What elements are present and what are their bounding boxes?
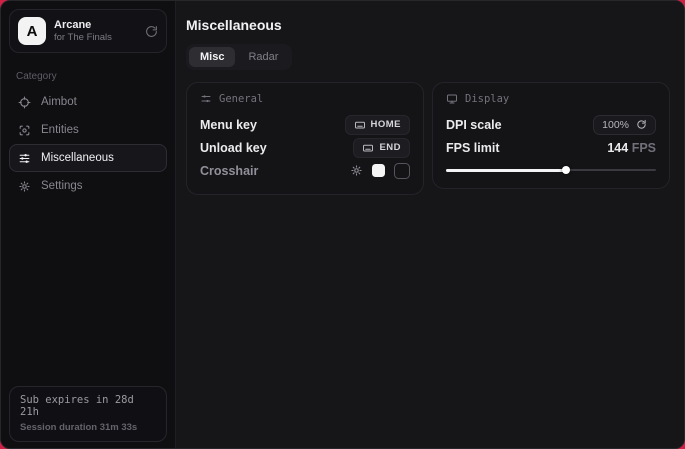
sidebar: A Arcane for The Finals Category [1, 1, 176, 448]
slider-thumb[interactable] [562, 166, 570, 174]
fps-limit-label: FPS limit [446, 141, 499, 155]
sidebar-item-label: Miscellaneous [41, 152, 114, 164]
slider-fill [446, 169, 566, 172]
avatar: A [18, 17, 46, 45]
dpi-scale-label: DPI scale [446, 118, 502, 132]
monitor-icon [446, 93, 458, 105]
crosshair-checkbox[interactable] [394, 163, 410, 179]
brand-text: Arcane for The Finals [54, 20, 112, 43]
unload-key-row: Unload key END [200, 136, 410, 159]
scan-icon [18, 124, 31, 137]
dpi-scale-button[interactable]: 100% [593, 115, 656, 135]
display-card-header: Display [446, 93, 656, 105]
dpi-scale-value: 100% [602, 119, 629, 131]
brand-subtitle: for The Finals [54, 33, 112, 43]
rotate-icon [636, 119, 647, 130]
app-window: A Arcane for The Finals Category [0, 0, 685, 449]
unload-key-label: Unload key [200, 141, 267, 155]
tab-bar: Misc Radar [186, 44, 292, 70]
fps-limit-value: 144 FPS [607, 141, 656, 155]
menu-key-row: Menu key HOME [200, 113, 410, 136]
unload-key-bind-button[interactable]: END [353, 138, 410, 158]
crosshair-icon [18, 96, 31, 109]
dpi-scale-row: DPI scale 100% [446, 113, 656, 136]
crosshair-row: Crosshair [200, 159, 410, 182]
page-title: Miscellaneous [186, 17, 670, 33]
crosshair-label: Crosshair [200, 164, 258, 178]
fps-number: 144 [607, 141, 628, 155]
subscription-info-box: Sub expires in 28d 21h Session duration … [9, 386, 167, 442]
sidebar-item-entities[interactable]: Entities [9, 116, 167, 144]
fps-limit-row: FPS limit 144 FPS [446, 136, 656, 159]
crosshair-settings-gear-icon[interactable] [350, 164, 363, 177]
cards-row: General Menu key HOME [186, 82, 670, 195]
sliders-icon [200, 93, 212, 105]
gear-icon [18, 180, 31, 193]
menu-key-bind-button[interactable]: HOME [345, 115, 411, 135]
display-card: Display DPI scale 100% FPS limit [432, 82, 670, 189]
sidebar-item-label: Aimbot [41, 96, 77, 108]
brand-card: A Arcane for The Finals [9, 9, 167, 53]
refresh-icon[interactable] [145, 25, 158, 38]
category-label: Category [16, 71, 175, 82]
main-content: Miscellaneous Misc Radar General [176, 1, 684, 448]
sidebar-item-settings[interactable]: Settings [9, 172, 167, 200]
fps-unit: FPS [632, 141, 656, 155]
sidebar-nav: Aimbot Entities [1, 88, 175, 200]
tab-radar[interactable]: Radar [237, 47, 289, 67]
sidebar-item-label: Settings [41, 180, 83, 192]
tab-misc[interactable]: Misc [189, 47, 235, 67]
menu-key-label: Menu key [200, 118, 257, 132]
menu-key-value: HOME [371, 119, 402, 130]
keyboard-icon [362, 142, 374, 154]
keyboard-icon [354, 119, 366, 131]
general-card-title: General [219, 93, 263, 105]
fps-limit-slider[interactable] [446, 164, 656, 176]
general-card: General Menu key HOME [186, 82, 424, 195]
display-card-title: Display [465, 93, 509, 105]
crosshair-controls [350, 163, 410, 179]
general-card-header: General [200, 93, 410, 105]
session-duration-text: Session duration 31m 33s [20, 422, 156, 433]
crosshair-color-swatch[interactable] [372, 164, 385, 177]
sub-expires-text: Sub expires in 28d 21h [20, 394, 156, 418]
brand-name: Arcane [54, 20, 112, 31]
sidebar-item-aimbot[interactable]: Aimbot [9, 88, 167, 116]
sidebar-item-miscellaneous[interactable]: Miscellaneous [9, 144, 167, 172]
unload-key-value: END [379, 142, 401, 153]
sliders-icon [18, 152, 31, 165]
sidebar-item-label: Entities [41, 124, 79, 136]
